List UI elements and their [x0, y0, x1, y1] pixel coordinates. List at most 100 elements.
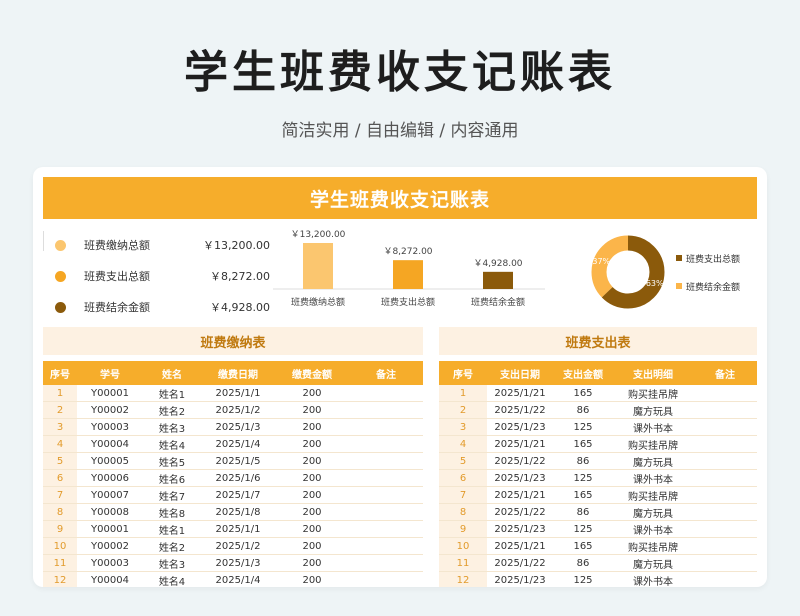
table-row: 3 2025/1/23 125 课外书本: [439, 418, 757, 436]
table-row: 11 Y00003 姓名3 2025/1/3 200: [43, 554, 423, 572]
table-cell: 2025/1/21: [487, 385, 553, 402]
table-cell: [693, 554, 757, 572]
table-cell: [693, 520, 757, 538]
balance-dot: [55, 301, 66, 313]
table-cell: [693, 435, 757, 453]
table-row: 12 Y00004 姓名4 2025/1/4 200: [43, 571, 423, 587]
table-row: 10 Y00002 姓名2 2025/1/2 200: [43, 537, 423, 555]
table-row: 12 2025/1/23 125 课外书本: [439, 571, 757, 587]
expenses-table-title: 班费支出表: [439, 327, 757, 355]
table-cell: 2025/1/2: [201, 401, 275, 419]
table-cell: 165: [553, 385, 613, 402]
table-row: 5 2025/1/22 86 魔方玩具: [439, 452, 757, 470]
table-cell: 1: [439, 385, 487, 402]
table-cell: 9: [43, 520, 77, 538]
spent-dot: [55, 270, 66, 282]
table-cell: [693, 571, 757, 587]
table-cell: 3: [43, 418, 77, 436]
donut-legend: 班费支出总额 班费结余金额: [676, 251, 766, 307]
bar-category-label: 班费结余金额: [471, 296, 525, 308]
expenses-header-row: 序号 支出日期 支出金额 支出明细 备注: [439, 361, 757, 385]
table-cell: 200: [275, 520, 349, 538]
page-subtitle: 简洁实用 / 自由编辑 / 内容通用: [281, 121, 519, 141]
summary-label: 班费缴纳总额: [84, 239, 150, 252]
table-cell: [349, 520, 423, 538]
table-cell: 购买挂吊牌: [613, 537, 693, 555]
table-cell: [693, 385, 757, 402]
summary-value: ￥13,200.00: [203, 239, 270, 252]
table-cell: 6: [43, 469, 77, 487]
payments-table: 序号 学号 姓名 缴费日期 缴费金额 备注 1 Y00001 姓名1 2025/1/1 200 2 Y…: [43, 361, 423, 587]
table-cell: 2: [439, 401, 487, 419]
payments-column-header: 缴费日期: [201, 361, 275, 385]
table-row: 10 2025/1/21 165 购买挂吊牌: [439, 537, 757, 555]
table-row: 7 2025/1/21 165 购买挂吊牌: [439, 486, 757, 504]
table-cell: Y00003: [77, 418, 143, 436]
donut-legend-swatch: [676, 283, 682, 289]
donut-data-label: 63%: [646, 279, 664, 288]
table-row: 9 Y00001 姓名1 2025/1/1 200: [43, 520, 423, 538]
table-cell: 课外书本: [613, 418, 693, 436]
expenses-column-header: 支出金额: [553, 361, 613, 385]
table-cell: 200: [275, 452, 349, 470]
table-cell: 200: [275, 503, 349, 521]
table-cell: 125: [553, 469, 613, 487]
table-cell: 125: [553, 520, 613, 538]
table-cell: 2025/1/4: [201, 571, 275, 587]
table-cell: 课外书本: [613, 469, 693, 487]
table-row: 4 2025/1/21 165 购买挂吊牌: [439, 435, 757, 453]
table-cell: 姓名7: [143, 486, 201, 504]
payments-column-header: 姓名: [143, 361, 201, 385]
card-banner: 学生班费收支记账表: [43, 177, 757, 219]
table-cell: 2025/1/21: [487, 486, 553, 504]
table-cell: 7: [439, 486, 487, 504]
table-row: 5 Y00005 姓名5 2025/1/5 200: [43, 452, 423, 470]
table-cell: 姓名6: [143, 469, 201, 487]
table-cell: 165: [553, 435, 613, 453]
summary-legend: 班费缴纳总额 ￥13,200.00 班费支出总额 ￥8,272.00 班费结余金…: [43, 227, 273, 322]
table-cell: 86: [553, 452, 613, 470]
table-cell: 2025/1/8: [201, 503, 275, 521]
table-row: 6 Y00006 姓名6 2025/1/6 200: [43, 469, 423, 487]
table-row: 11 2025/1/22 86 魔方玩具: [439, 554, 757, 572]
table-cell: 11: [43, 554, 77, 572]
table-cell: Y00001: [77, 385, 143, 402]
table-row: 4 Y00004 姓名4 2025/1/4 200: [43, 435, 423, 453]
table-cell: 2025/1/23: [487, 571, 553, 587]
table-cell: 12: [43, 571, 77, 587]
table-cell: Y00004: [77, 571, 143, 587]
table-cell: 9: [439, 520, 487, 538]
table-cell: 魔方玩具: [613, 401, 693, 419]
table-cell: 2025/1/5: [201, 452, 275, 470]
table-cell: 2025/1/4: [201, 435, 275, 453]
table-cell: 125: [553, 418, 613, 436]
table-cell: [693, 469, 757, 487]
table-cell: [349, 435, 423, 453]
table-cell: 购买挂吊牌: [613, 385, 693, 402]
donut-legend-swatch: [676, 255, 682, 261]
table-cell: 2025/1/7: [201, 486, 275, 504]
table-cell: 86: [553, 503, 613, 521]
payments-column-header: 缴费金额: [275, 361, 349, 385]
table-cell: 11: [439, 554, 487, 572]
table-cell: 2025/1/3: [201, 418, 275, 436]
table-cell: Y00002: [77, 537, 143, 555]
payments-table-title: 班费缴纳表: [43, 327, 423, 355]
table-cell: 2025/1/23: [487, 520, 553, 538]
table-cell: [349, 401, 423, 419]
bar-data-label: ￥13,200.00: [291, 230, 346, 240]
table-cell: Y00004: [77, 435, 143, 453]
expenses-column-header: 支出明细: [613, 361, 693, 385]
summary-value: ￥4,928.00: [210, 301, 270, 314]
table-cell: 2025/1/3: [201, 554, 275, 572]
table-cell: 4: [43, 435, 77, 453]
summary-bar-chart: ￥13,200.00 班费缴纳总额 ￥8,272.00 班费支出总额 ￥4,928.00…: [273, 230, 545, 308]
summary-item-balance: 班费结余金额 ￥4,928.00: [43, 297, 273, 317]
payments-column-header: 学号: [77, 361, 143, 385]
table-cell: 7: [43, 486, 77, 504]
table-cell: 姓名1: [143, 385, 201, 402]
table-cell: 姓名2: [143, 537, 201, 555]
table-cell: 2025/1/23: [487, 418, 553, 436]
table-cell: 4: [439, 435, 487, 453]
table-row: 9 2025/1/23 125 课外书本: [439, 520, 757, 538]
